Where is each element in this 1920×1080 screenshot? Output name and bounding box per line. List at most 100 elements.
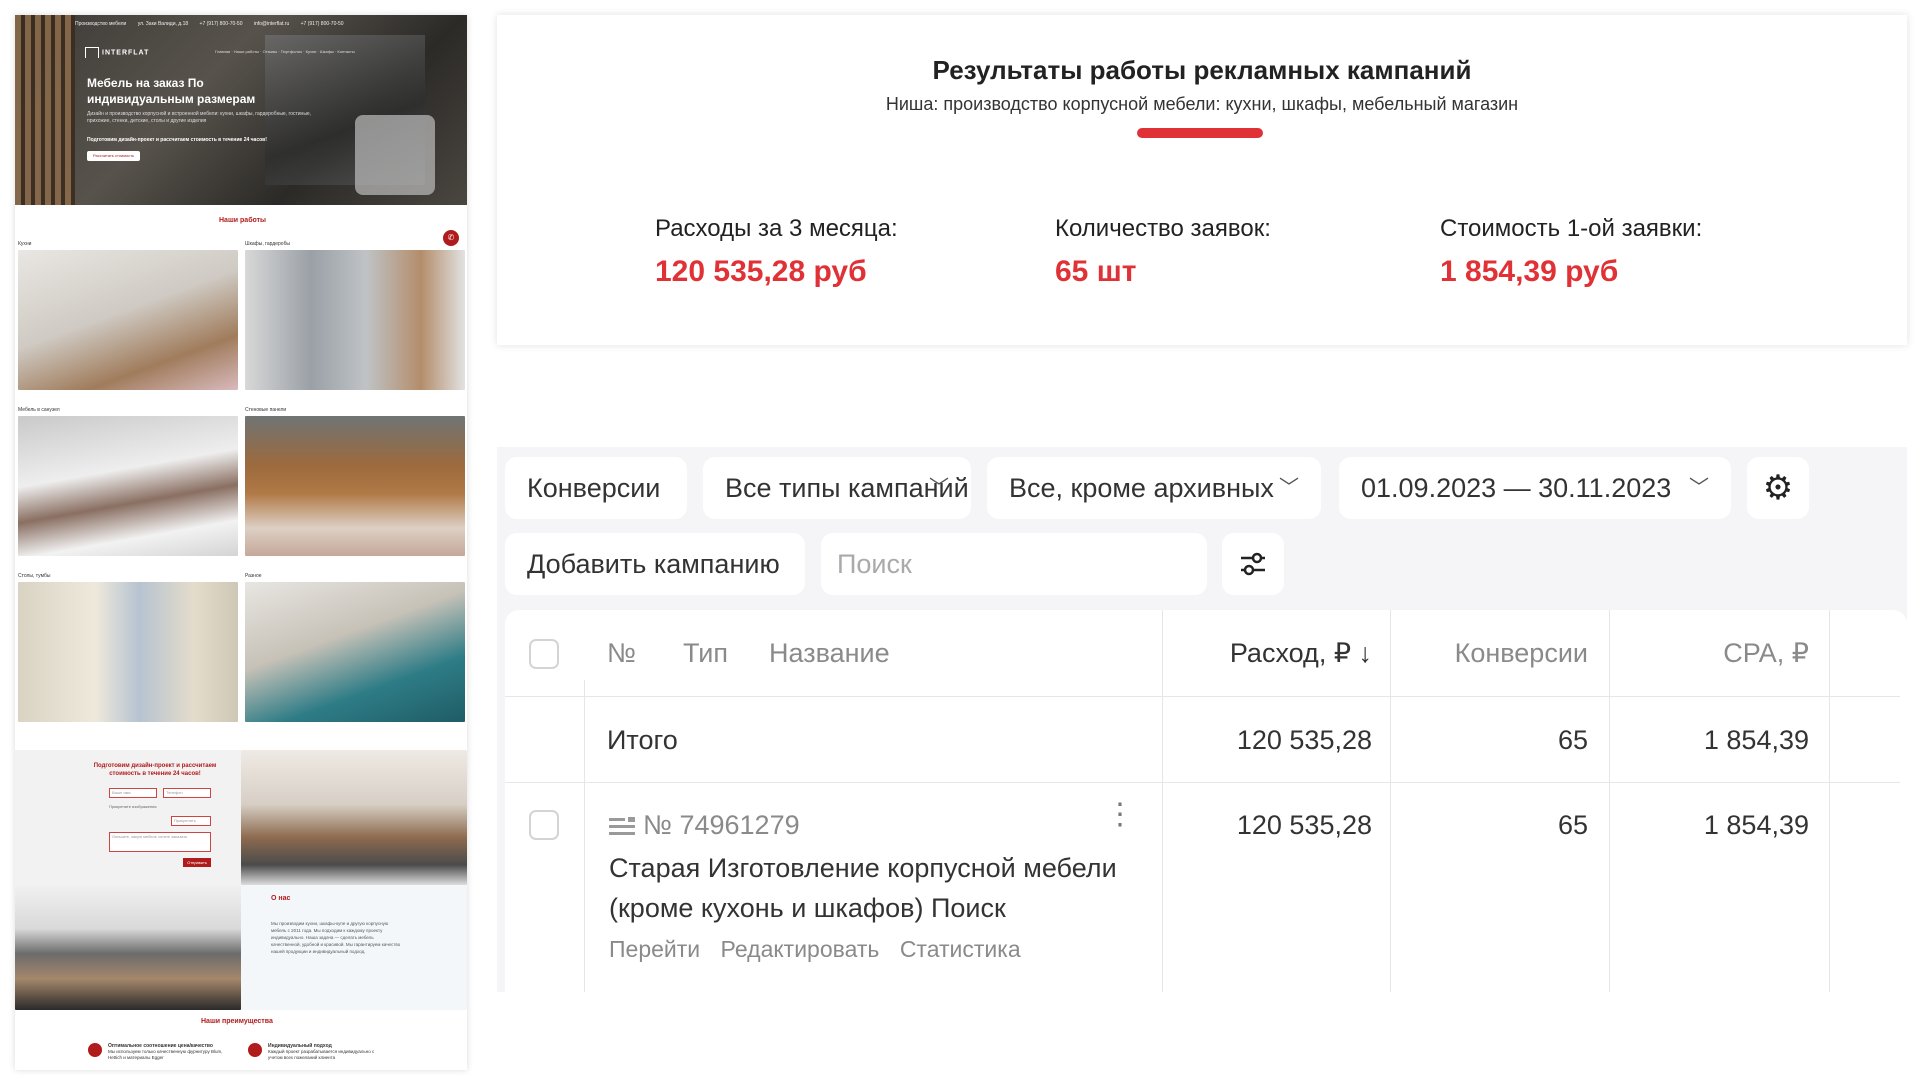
person-icon xyxy=(248,1043,262,1057)
website-screenshot: Производство мебели ул. Заки Валиди, д.1… xyxy=(15,15,467,1070)
hero-title: Мебель на заказ По индивидуальным размер… xyxy=(87,76,256,106)
form-comment-field[interactable]: Опишите, какую мебель хотите заказать xyxy=(109,832,211,852)
col-header-name[interactable]: Название xyxy=(769,638,890,669)
select-all-checkbox[interactable] xyxy=(529,639,559,669)
medal-icon xyxy=(88,1043,102,1057)
more-vertical-icon[interactable]: ⋮ xyxy=(1105,800,1135,830)
total-label: Итого xyxy=(607,725,678,755)
hero-offer: Подготовим дизайн-проект и рассчитаем ст… xyxy=(87,137,267,143)
gallery-image-wardrobe[interactable] xyxy=(245,250,465,390)
hero-chair xyxy=(355,115,435,195)
total-conversions: 65 xyxy=(1557,725,1588,755)
topbar-address: ул. Заки Валиди, д.18 xyxy=(137,21,189,27)
filter-label: Конверсии xyxy=(527,473,661,503)
go-link[interactable]: Перейти xyxy=(609,936,700,962)
statistics-link[interactable]: Статистика xyxy=(900,936,1021,962)
hero-wood-slats xyxy=(15,15,75,205)
topbar-phone-2[interactable]: +7 (917) 800-70-50 xyxy=(301,21,344,27)
metric-cpl: Стоимость 1-ой заявки: 1 854,39 руб xyxy=(1440,215,1702,289)
gallery-image-other[interactable] xyxy=(245,582,465,722)
add-campaign-label: Добавить кампанию xyxy=(527,549,780,579)
form-phone-field[interactable]: Телефон xyxy=(163,788,211,798)
add-campaign-button[interactable]: Добавить кампанию xyxy=(505,533,805,595)
metric-value: 120 535,28 руб xyxy=(655,255,867,288)
gear-icon[interactable]: ⚙ xyxy=(1747,457,1809,519)
form-send-button[interactable]: Отправить xyxy=(183,858,211,867)
campaign-type-select[interactable]: Все типы кампаний ﹀ xyxy=(703,457,971,519)
campaign-number[interactable]: № 74961279 xyxy=(643,810,800,841)
metric-value: 65 шт xyxy=(1055,255,1137,288)
site-hero: Производство мебели ул. Заки Валиди, д.1… xyxy=(15,15,467,205)
filter-label: 01.09.2023 — 30.11.2023 xyxy=(1361,473,1672,503)
divider xyxy=(1829,610,1830,992)
campaigns-table: № Тип Название Расход, ₽ ↓ Конверсии CPA… xyxy=(505,610,1907,992)
status-select[interactable]: Все, кроме архивных ﹀ xyxy=(987,457,1321,519)
site-logo[interactable]: INTERFLAT xyxy=(85,47,149,58)
about-text: Мы производим кухни, шкафы-купе и другую… xyxy=(271,921,401,954)
site-nav[interactable]: Главная · Наши работы · Отзывы · Портфол… xyxy=(215,49,355,54)
topbar-email[interactable]: info@interflat.ru xyxy=(254,21,289,27)
row-spend: 120 535,28 xyxy=(1236,810,1372,840)
topbar-item: Производство мебели xyxy=(75,21,127,27)
advantage-item: Оптимальное соотношение цена/качество Мы… xyxy=(108,1043,228,1061)
about-title: О нас xyxy=(271,895,291,902)
request-form: Подготовим дизайн-проект и рассчитаем ст… xyxy=(15,750,241,885)
total-cpa: 1 854,39 xyxy=(1703,725,1809,755)
site-topbar: Производство мебели ул. Заки Валиди, д.1… xyxy=(75,21,455,33)
form-attach-button[interactable]: Прикрепить xyxy=(171,816,211,826)
chevron-down-icon: ﹀ xyxy=(929,477,949,499)
phone-icon[interactable]: ✆ xyxy=(443,230,459,246)
gallery-caption: Столы, тумбы xyxy=(18,573,51,579)
gallery-caption: Стеновые панели xyxy=(245,407,287,413)
divider xyxy=(505,696,1900,697)
col-header-spend[interactable]: Расход, ₽ ↓ xyxy=(1162,638,1372,669)
kitchen-photo-2 xyxy=(15,885,241,1010)
search-input[interactable] xyxy=(821,533,1207,595)
form-title: Подготовим дизайн-проект и рассчитаем ст… xyxy=(93,763,217,777)
conversions-filter-button[interactable]: Конверсии xyxy=(505,457,687,519)
date-range-select[interactable]: 01.09.2023 — 30.11.2023 ﹀ xyxy=(1339,457,1731,519)
metric-leads: Количество заявок: 65 шт xyxy=(1055,215,1271,289)
campaign-name[interactable]: Старая Изготовление корпусной мебели (кр… xyxy=(609,848,1169,928)
divider xyxy=(505,782,1900,783)
gallery-caption: Шкафы, гардеробы xyxy=(245,241,291,247)
gallery-caption: Разное xyxy=(245,573,262,579)
search-campaign-icon xyxy=(609,817,635,835)
gallery-image-bathroom[interactable] xyxy=(18,416,238,556)
gallery-caption: Кухни xyxy=(18,241,32,247)
col-header-cpa[interactable]: CPA, ₽ xyxy=(1609,638,1809,669)
works-title: Наши работы xyxy=(219,217,267,224)
row-checkbox[interactable] xyxy=(529,810,559,840)
form-name-field[interactable]: Ваше имя xyxy=(109,788,157,798)
hero-cta-button[interactable]: Рассчитать стоимость xyxy=(87,151,141,161)
metric-label: Количество заявок: xyxy=(1055,215,1271,242)
campaign-actions: Перейти Редактировать Статистика xyxy=(609,936,1035,963)
col-header-number[interactable]: № xyxy=(607,638,636,669)
results-card: Результаты работы рекламных кампаний Ниш… xyxy=(497,15,1907,345)
col-header-type[interactable]: Тип xyxy=(683,638,728,669)
chevron-down-icon: ﹀ xyxy=(1279,477,1299,499)
divider xyxy=(584,680,585,992)
gallery-image-kitchen[interactable] xyxy=(18,250,238,390)
metric-value: 1 854,39 руб xyxy=(1440,255,1619,288)
filter-label: Все, кроме архивных xyxy=(1009,473,1274,503)
gallery-image-tables[interactable] xyxy=(18,582,238,722)
topbar-phone[interactable]: +7 (917) 800-70-50 xyxy=(200,21,243,27)
results-niche: Ниша: производство корпусной мебели: кух… xyxy=(885,94,1519,114)
gallery-image-wall-panels[interactable] xyxy=(245,416,465,556)
gallery-caption: Мебель в санузел xyxy=(18,407,60,413)
advantages-title: Наши преимущества xyxy=(201,1018,273,1025)
advantage-text: Мы используем только качественную фурнит… xyxy=(108,1049,223,1060)
results-title: Результаты работы рекламных кампаний xyxy=(932,55,1472,85)
sliders-icon[interactable] xyxy=(1222,533,1284,595)
col-header-conversions[interactable]: Конверсии xyxy=(1390,638,1588,669)
total-spend: 120 535,28 xyxy=(1236,725,1372,755)
row-conversions: 65 xyxy=(1557,810,1588,840)
metric-label: Стоимость 1-ой заявки: xyxy=(1440,215,1703,242)
advantage-text: Каждый проект разрабатывается индивидуал… xyxy=(268,1049,375,1060)
edit-link[interactable]: Редактировать xyxy=(721,936,880,962)
metric-spend: Расходы за 3 месяца: 120 535,28 руб xyxy=(655,215,898,289)
title-underline xyxy=(1137,128,1263,138)
form-note: Прикрепите изображения xyxy=(109,804,157,809)
campaigns-panel: Конверсии Все типы кампаний ﹀ Все, кроме… xyxy=(497,447,1907,992)
